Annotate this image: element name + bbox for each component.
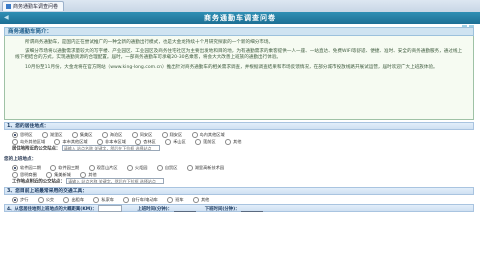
radio-icon[interactable]: [46, 171, 53, 178]
radio-icon[interactable]: [37, 197, 44, 203]
radio-option[interactable]: 出租车: [63, 196, 84, 203]
radio-option[interactable]: 步行: [12, 196, 28, 203]
question-1-options-row-2: 岛外其他区域 本市其他区域 非本市区域 杏林区 禾山区 莲前区 其他: [12, 138, 470, 145]
page-favicon-icon: [6, 4, 11, 9]
work-end-input[interactable]: [241, 206, 264, 212]
radio-option[interactable]: 班车: [167, 196, 184, 203]
radio-icon[interactable]: [195, 139, 202, 145]
radio-icon[interactable]: [12, 171, 18, 178]
browser-tab-title: 商务通勤车调查问卷: [13, 4, 59, 10]
survey-header: ◀ 商务通勤车调查问卷: [0, 12, 480, 30]
radio-option[interactable]: 集美区: [71, 131, 92, 138]
radio-option[interactable]: 火炬园: [126, 164, 147, 171]
question-2-body: 软件园二期 软件园三期 观音山片区 火炬园 自贸区 湖里高新技术园 思明商圈 集…: [4, 163, 474, 188]
radio-option[interactable]: 翔安区: [161, 131, 182, 138]
question-1-options: 思明区 湖里区 集美区 海沧区 同安区 翔安区 岛内其他区域: [12, 131, 470, 138]
radio-option[interactable]: 湖里高新技术园: [186, 164, 224, 171]
intro-panel: 所谓商务通勤车，是国内正在尝试推广的一种全新的通勤出行模式，也是大金龙持续十个月…: [4, 36, 474, 120]
question-3-title: 3、您目前上班最常采用的交通工具：: [4, 187, 474, 195]
radio-option[interactable]: 湖里区: [41, 131, 63, 138]
radio-icon[interactable]: [225, 139, 232, 145]
radio-icon[interactable]: [192, 197, 199, 203]
radio-option[interactable]: 本市其他区域: [54, 138, 88, 145]
question-2-options: 软件园二期 软件园三期 观音山片区 火炬园 自贸区 湖里高新技术园: [12, 164, 470, 171]
distance-input[interactable]: [98, 205, 123, 212]
radio-icon[interactable]: [63, 197, 70, 203]
question-1-body: 思明区 湖里区 集美区 海沧区 同安区 翔安区 岛内其他区域 岛外其他区域 本市…: [4, 130, 474, 155]
work-end-label: 下班时间(分钟)：: [204, 207, 240, 212]
question-2-options-row-2: 思明商圈 集美新城 其他: [12, 171, 470, 178]
browser-tab[interactable]: 商务通勤车调查问卷: [2, 1, 64, 11]
radio-option[interactable]: 其他: [225, 138, 241, 145]
intro-paragraph: 该细分市场将以通勤需求量较大的写字楼、产业园区、工业园区及商务住宅社区为主要出发…: [15, 49, 463, 61]
radio-option[interactable]: 其他: [192, 196, 209, 203]
radio-icon[interactable]: [156, 164, 163, 171]
radio-option[interactable]: 集美新城: [46, 171, 71, 178]
work-start-input[interactable]: [173, 206, 196, 212]
radio-icon[interactable]: [167, 197, 174, 203]
intro-paragraph: 所谓商务通勤车，是国内正在尝试推广的一种全新的通勤出行模式，也是大金龙持续十个月…: [25, 40, 274, 45]
work-stop-input[interactable]: 请输入 站点名称 关键字，然后在下拉框 选择站点: [66, 177, 165, 184]
radio-option[interactable]: 岛内其他区域: [191, 131, 225, 138]
question-4-title: 4、从您居住地到上班地点的大概距离(KM)：: [7, 207, 97, 212]
radio-option[interactable]: 岛外其他区域: [12, 138, 45, 145]
survey-title: 商务通勤车调查问卷: [204, 14, 276, 22]
home-stop-row: 居住地附近的公交站点： 请输入 站点名称 关键字，然后在下拉框 选择站点: [12, 145, 470, 154]
home-stop-input[interactable]: 请输入 站点名称 关键字，然后在下拉框 选择站点: [61, 145, 160, 151]
radio-option[interactable]: 其他: [80, 171, 97, 178]
radio-option[interactable]: 莲前区: [195, 138, 216, 145]
work-stop-label: 工作地点附近的公交站点：: [12, 179, 65, 184]
radio-option[interactable]: 软件园三期: [50, 164, 79, 171]
radio-option[interactable]: 私家车: [93, 196, 114, 203]
work-start-label: 上班时间(分钟)：: [137, 207, 173, 212]
question-1-title: 1、您的居住地点：: [4, 122, 474, 130]
radio-icon[interactable]: [126, 164, 133, 171]
radio-option[interactable]: 思明商圈: [12, 171, 37, 178]
home-stop-label: 居住地附近的公交站点：: [12, 146, 61, 152]
radio-icon[interactable]: [93, 197, 100, 203]
radio-icon[interactable]: [123, 197, 130, 203]
radio-icon[interactable]: [165, 139, 172, 145]
radio-option[interactable]: 海沧区: [101, 131, 122, 138]
radio-option[interactable]: 同安区: [131, 131, 152, 138]
radio-option[interactable]: 观音山片区: [88, 164, 118, 171]
question-3-body: 步行 公交 出租车 私家车 自行车/电动车 班车 其他: [4, 195, 474, 204]
radio-icon[interactable]: [12, 197, 18, 203]
question-4-row: 4、从您居住地到上班地点的大概距离(KM)： 上班时间(分钟)： 下班时间(分钟…: [4, 204, 474, 212]
radio-icon[interactable]: [186, 164, 193, 171]
radio-option[interactable]: 自行车/电动车: [123, 196, 158, 203]
question-list: 1、您的居住地点： 思明区 湖里区 集美区 海沧区 同安区 翔安区 岛内其他区域…: [4, 122, 474, 212]
radio-option[interactable]: 禾山区: [165, 138, 186, 145]
radio-option[interactable]: 自贸区: [156, 164, 177, 171]
radio-option[interactable]: 杏林区: [135, 138, 156, 145]
question-2-title: 您的上班地点：: [4, 156, 37, 162]
question-3-options: 步行 公交 出租车 私家车 自行车/电动车 班车 其他: [12, 196, 470, 203]
intro-heading: 商务通勤车简介：: [4, 27, 474, 36]
intro-paragraph: 10月份至11月份，大金龙将在官方网站（www.king-long.com.cn…: [25, 64, 438, 70]
radio-option[interactable]: 软件园二期: [12, 164, 41, 171]
work-stop-row: 工作地点附近的公交站点： 请输入 站点名称 关键字，然后在下拉框 选择站点: [12, 177, 470, 187]
radio-option[interactable]: 思明区: [12, 131, 33, 138]
radio-option[interactable]: 非本市区域: [96, 138, 126, 145]
radio-option[interactable]: 公交: [37, 196, 54, 203]
